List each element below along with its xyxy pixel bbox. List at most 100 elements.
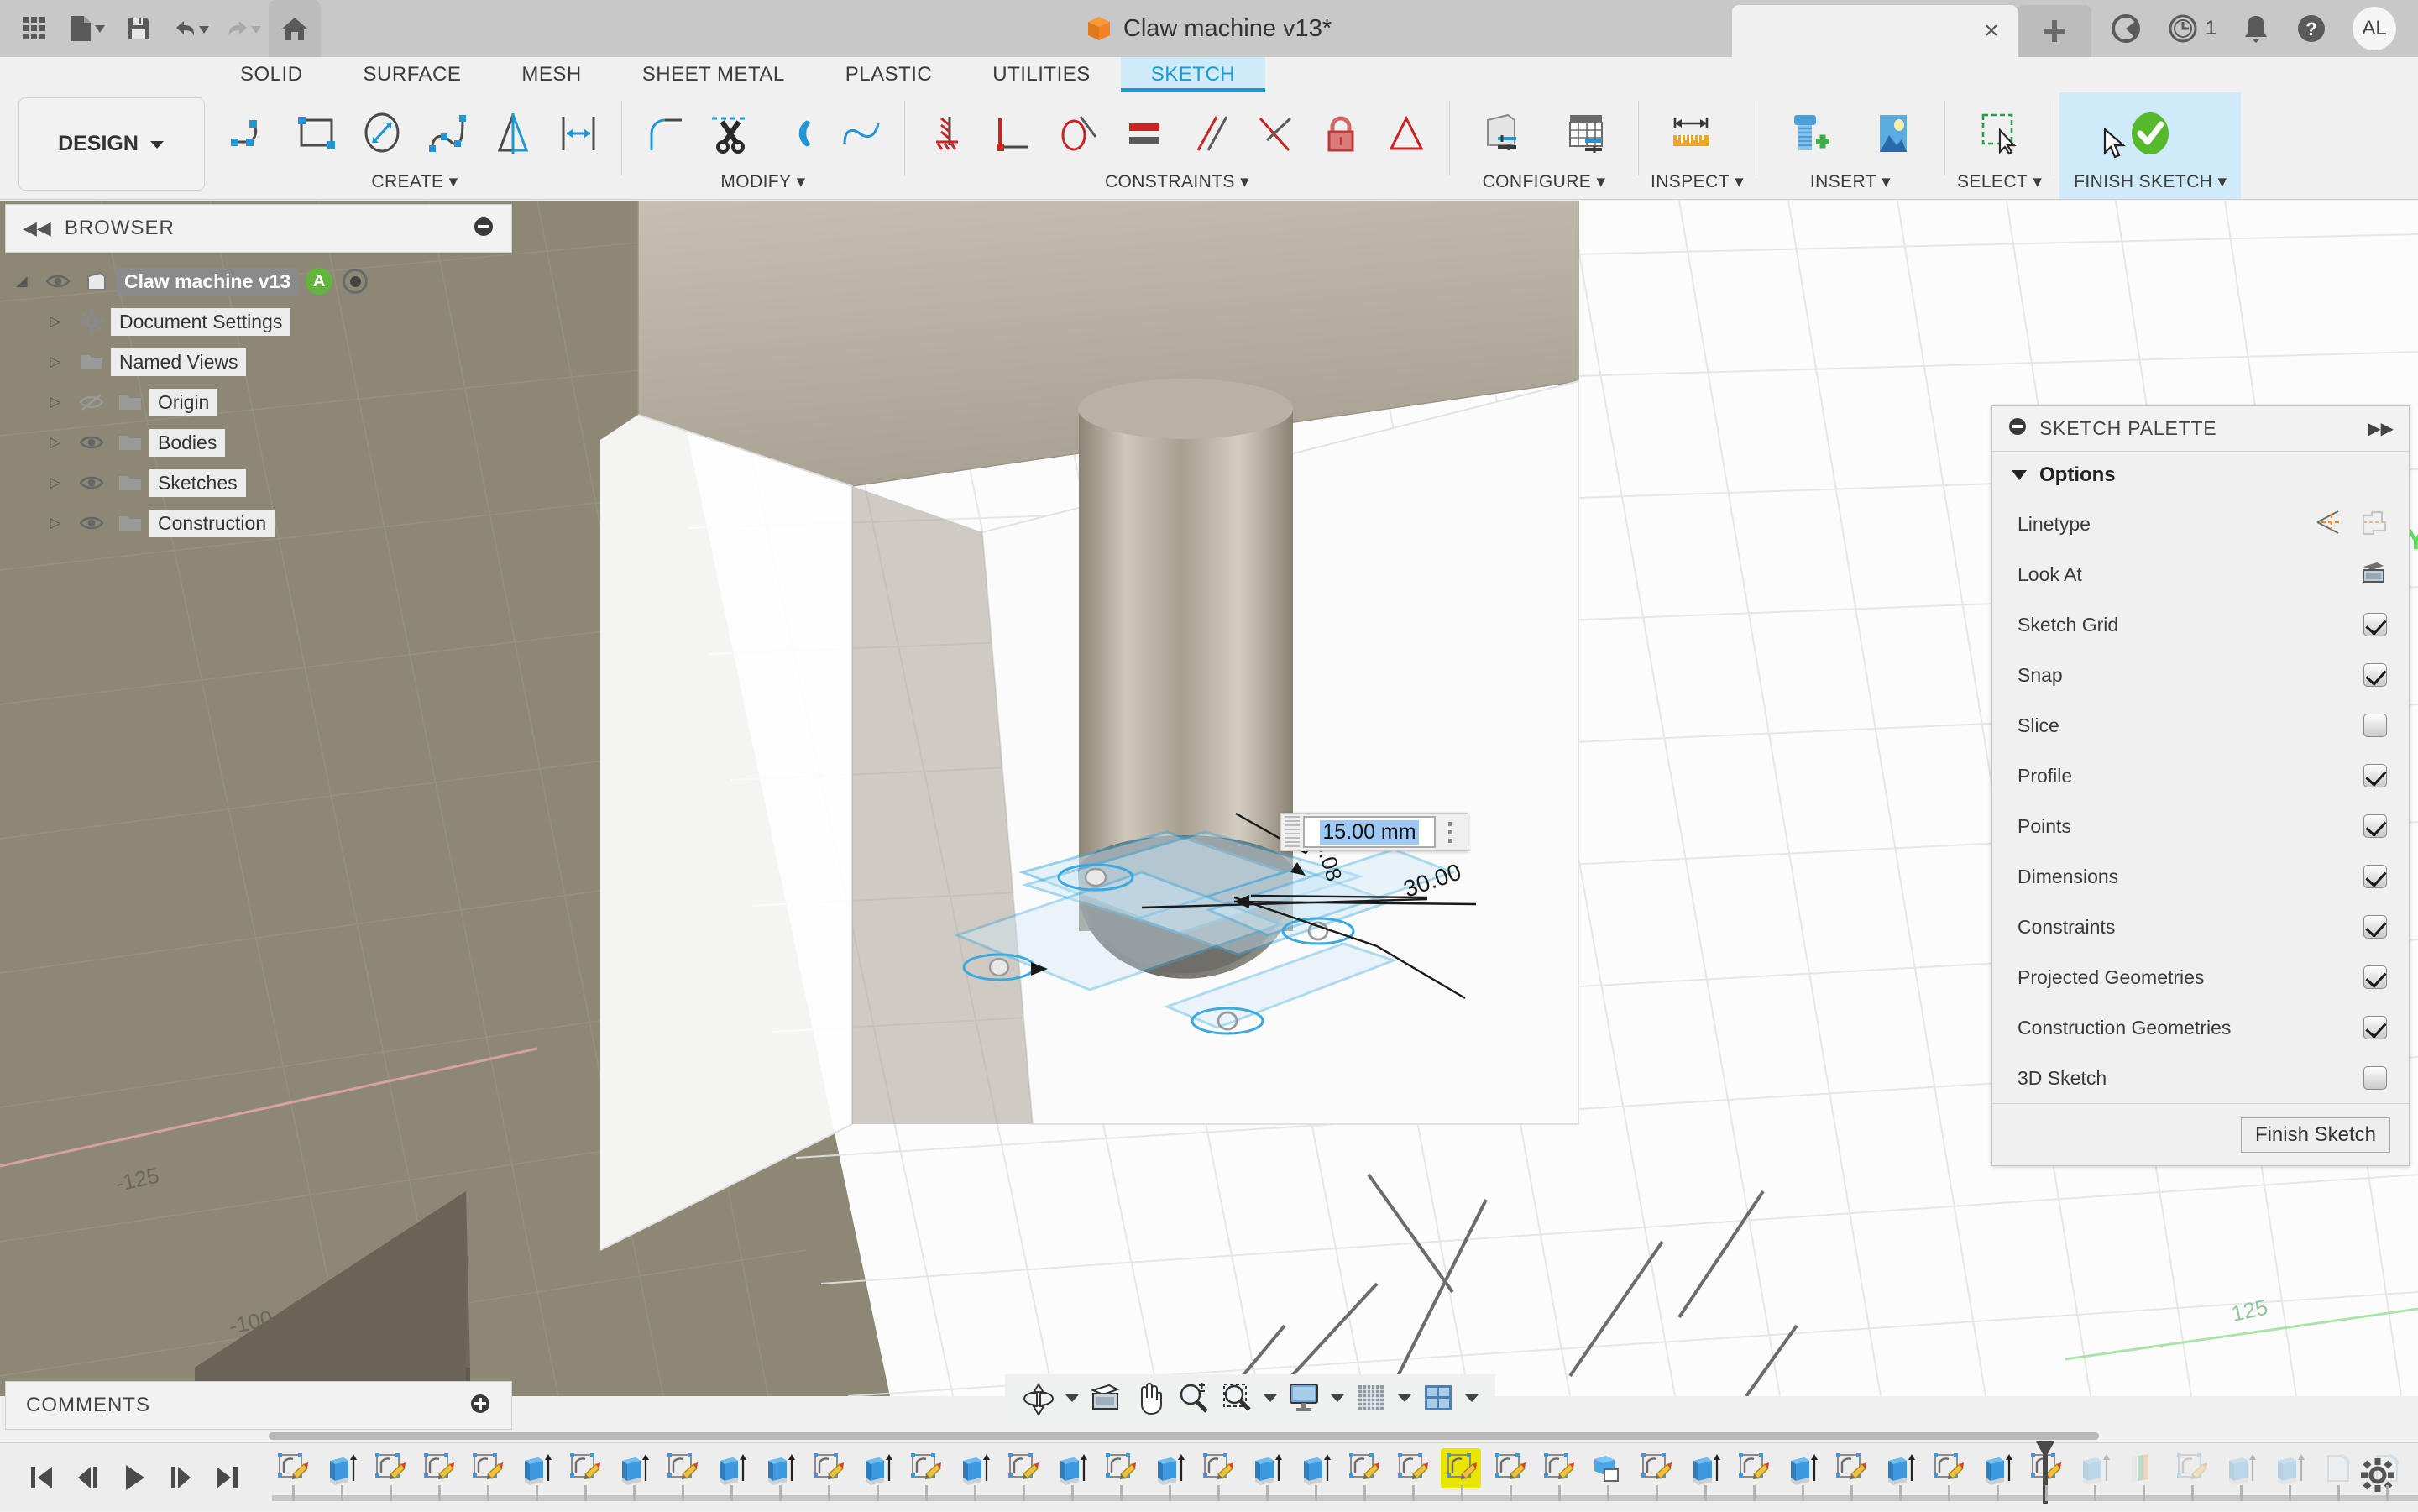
tab-sketch[interactable]: SKETCH — [1120, 57, 1266, 92]
timeline-feature-sketch[interactable] — [272, 1448, 312, 1488]
timeline-feature-sketch[interactable] — [1343, 1448, 1384, 1488]
zoom-window-icon[interactable] — [1217, 1378, 1257, 1418]
spline-icon[interactable] — [416, 100, 479, 167]
timeline-feature-extrude[interactable] — [1246, 1448, 1286, 1488]
grid-apps-icon[interactable] — [8, 3, 60, 55]
timeline-feature-extrude[interactable] — [1684, 1448, 1725, 1488]
timeline-feature-extrude[interactable] — [1051, 1448, 1091, 1488]
extend-icon[interactable] — [765, 100, 827, 167]
minus-circle-icon[interactable] — [473, 216, 495, 242]
timeline-feature-appearance[interactable] — [2122, 1448, 2163, 1488]
jump-end-icon[interactable] — [215, 1464, 240, 1491]
chevron-right-icon[interactable]: ▷ — [39, 474, 72, 491]
horizontal-vertical-icon[interactable] — [917, 100, 979, 167]
document-tab[interactable]: × — [1731, 5, 2018, 57]
timeline-feature-extrude[interactable] — [1295, 1448, 1335, 1488]
timeline-feature-extrude[interactable] — [1976, 1448, 2017, 1488]
chevron-right-icon[interactable]: ▷ — [39, 394, 72, 411]
timeline-feature-fillet[interactable] — [2317, 1448, 2358, 1488]
tab-utilities[interactable]: UTILITIES — [962, 57, 1121, 92]
jump-start-icon[interactable] — [29, 1464, 54, 1491]
viewports-icon[interactable] — [1418, 1378, 1458, 1418]
redo-icon[interactable] — [217, 3, 269, 55]
modify-group-label-wrap[interactable]: MODIFY ▾ — [634, 171, 892, 194]
sidebar-item-construction[interactable]: ▷ Construction — [5, 503, 512, 543]
grid-snaps-icon[interactable] — [1351, 1378, 1391, 1418]
eye-visible-icon[interactable] — [72, 515, 111, 531]
create-group-label-wrap[interactable]: CREATE ▾ — [220, 171, 610, 194]
timeline-feature-extrude[interactable] — [2269, 1448, 2309, 1488]
collapse-left-icon[interactable]: ◀◀ — [23, 217, 51, 239]
orbit-dropdown-caret[interactable] — [1062, 1394, 1082, 1402]
plus-circle-icon[interactable] — [469, 1393, 491, 1419]
tab-surface[interactable]: SURFACE — [333, 57, 492, 92]
options-section-header[interactable]: Options — [1992, 452, 2409, 499]
timeline-feature-sketch[interactable] — [905, 1448, 945, 1488]
display-settings-icon[interactable] — [1284, 1378, 1324, 1418]
step-forward-icon[interactable] — [168, 1464, 193, 1491]
timeline-feature-extrude[interactable] — [954, 1448, 994, 1488]
new-file-icon[interactable] — [60, 3, 113, 55]
timeline-feature-extrude[interactable] — [2074, 1448, 2114, 1488]
profile-checkbox[interactable] — [2363, 764, 2387, 787]
notifications-bell-icon[interactable] — [2242, 13, 2270, 44]
timeline-feature-sketch[interactable] — [1928, 1448, 1968, 1488]
job-status-icon[interactable]: 1 — [2167, 13, 2216, 44]
dimension-value-field[interactable]: 15.00 mm — [1303, 816, 1436, 848]
timeline-feature-sketch[interactable] — [1733, 1448, 1773, 1488]
timeline-feature-extrude[interactable] — [2220, 1448, 2260, 1488]
timeline-feature-sketch[interactable] — [1002, 1448, 1043, 1488]
timeline-track[interactable] — [265, 1441, 2418, 1512]
new-tab-button[interactable] — [2017, 5, 2091, 57]
3d-sketch-checkbox[interactable] — [2363, 1066, 2387, 1090]
dimensions-checkbox[interactable] — [2363, 865, 2387, 888]
timeline-feature-sketch[interactable] — [369, 1448, 410, 1488]
coincident-icon[interactable] — [1244, 100, 1306, 167]
tab-mesh[interactable]: MESH — [491, 57, 611, 92]
construction-line-icon[interactable] — [2315, 509, 2343, 540]
configure-body-icon[interactable] — [1462, 100, 1542, 167]
minus-circle-icon[interactable] — [2007, 416, 2028, 441]
offset-icon[interactable] — [547, 100, 610, 167]
drag-handle[interactable] — [1285, 816, 1300, 848]
sidebar-item-named-views[interactable]: ▷ Named Views — [5, 342, 512, 382]
eye-visible-icon[interactable] — [72, 474, 111, 491]
trim-icon[interactable] — [699, 100, 762, 167]
insert-image-icon[interactable] — [1852, 100, 1933, 167]
timeline-feature-sketch[interactable] — [1392, 1448, 1432, 1488]
display-dropdown-caret[interactable] — [1327, 1394, 1348, 1402]
chevron-right-icon[interactable]: ▷ — [39, 434, 72, 451]
timeline-feature-sketch[interactable] — [1830, 1448, 1871, 1488]
more-options-icon[interactable] — [1436, 821, 1464, 843]
zoom-dropdown-caret[interactable] — [1260, 1394, 1280, 1402]
finish-sketch-group-label-wrap[interactable]: FINISH SKETCH ▾ — [2066, 171, 2234, 194]
break-icon[interactable] — [830, 100, 892, 167]
rectangle-icon[interactable] — [285, 100, 348, 167]
comments-panel[interactable]: COMMENTS — [5, 1381, 512, 1430]
eye-hidden-icon[interactable] — [72, 393, 111, 411]
save-icon[interactable] — [113, 3, 165, 55]
step-back-icon[interactable] — [76, 1464, 101, 1491]
look-at-icon[interactable] — [1086, 1378, 1126, 1418]
tab-sheet-metal[interactable]: SHEET METAL — [612, 57, 815, 92]
timeline-feature-sketch[interactable] — [662, 1448, 702, 1488]
expand-right-icon[interactable]: ▶▶ — [2368, 418, 2394, 439]
chevron-right-icon[interactable]: ▷ — [39, 313, 72, 330]
timeline-feature-sketch[interactable] — [564, 1448, 604, 1488]
eye-visible-icon[interactable] — [39, 273, 77, 290]
timeline-feature-extrude[interactable] — [516, 1448, 556, 1488]
timeline-feature-sketch[interactable] — [1636, 1448, 1676, 1488]
configure-group-label-wrap[interactable]: CONFIGURE ▾ — [1462, 171, 1626, 194]
timeline-feature-extrude[interactable] — [321, 1448, 361, 1488]
timeline-feature-sketch[interactable] — [1100, 1448, 1140, 1488]
perpendicular-icon[interactable] — [982, 100, 1044, 167]
centerline-rect-icon[interactable] — [2358, 509, 2387, 540]
zoom-icon[interactable] — [1173, 1378, 1213, 1418]
timeline-scrollbar[interactable] — [269, 1432, 2099, 1440]
eye-visible-icon[interactable] — [72, 434, 111, 451]
finish-sketch-button[interactable]: Finish Sketch — [2240, 1117, 2390, 1153]
timeline-feature-sketch[interactable] — [1197, 1448, 1238, 1488]
grid-dropdown-caret[interactable] — [1395, 1394, 1415, 1402]
timeline-feature-extrude[interactable] — [710, 1448, 751, 1488]
expand-arrow-icon[interactable]: ◢ — [5, 273, 39, 290]
